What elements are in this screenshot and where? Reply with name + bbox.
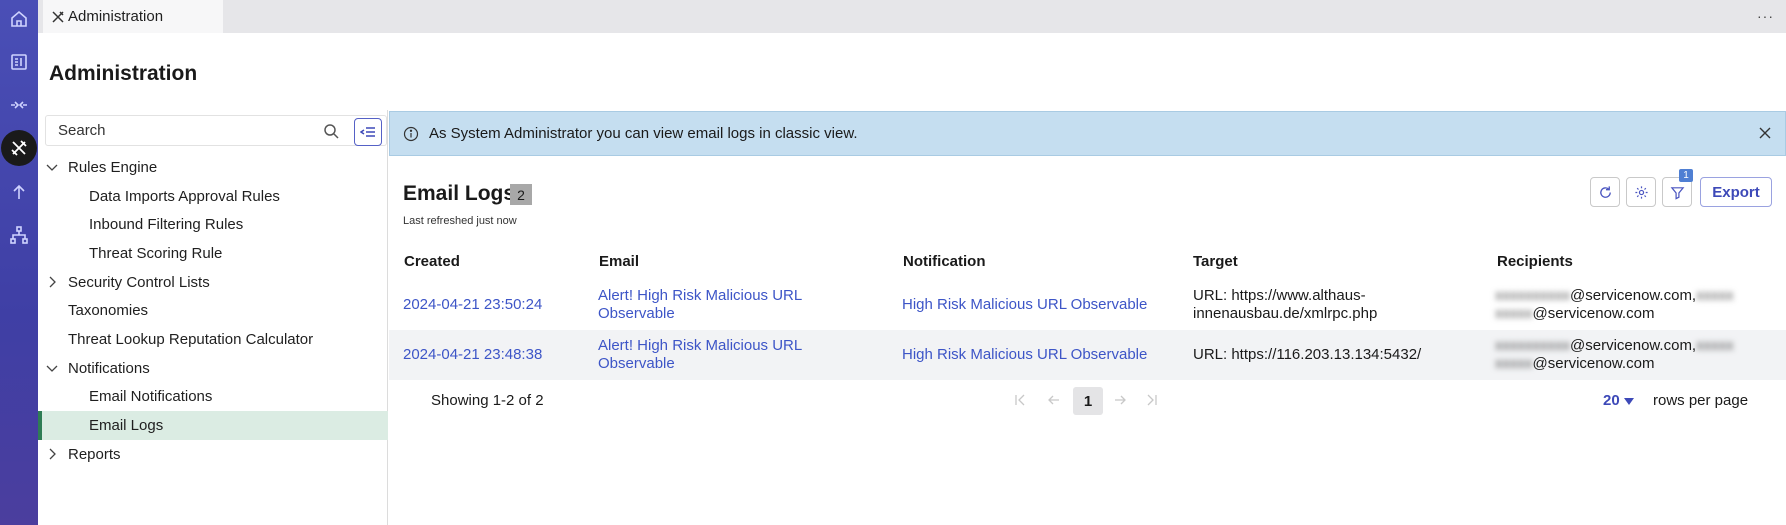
notification-link[interactable]: High Risk Malicious URL Observable — [902, 346, 1147, 364]
nav-tree: Rules Engine Data Imports Approval Rules… — [38, 153, 388, 469]
email-link[interactable]: Alert! High Risk Malicious URL Observabl… — [598, 337, 813, 373]
gear-icon — [1634, 185, 1648, 199]
settings-button[interactable] — [1626, 177, 1656, 207]
last-page-icon[interactable] — [1145, 393, 1159, 407]
administration-icon[interactable] — [1, 130, 37, 166]
more-options-icon[interactable]: ··· — [1757, 8, 1774, 24]
tree-item-threat-lookup-reputation-calculator[interactable]: Threat Lookup Reputation Calculator — [38, 325, 388, 354]
tree-item-threat-scoring-rule[interactable]: Threat Scoring Rule — [38, 239, 388, 268]
chevron-right-icon[interactable] — [46, 276, 58, 288]
tree-item-label: Rules Engine — [68, 158, 158, 176]
rows-per-page-select[interactable]: 20 — [1603, 392, 1620, 409]
info-icon — [403, 126, 419, 142]
count-badge: 2 — [510, 184, 532, 205]
tree-item-taxonomies[interactable]: Taxonomies — [38, 296, 388, 325]
created-link[interactable]: 2024-04-21 23:48:38 — [403, 346, 542, 364]
recipient-domain: @servicenow.com — [1532, 355, 1655, 372]
target-cell: URL: https://www.althaus-innenausbau.de/… — [1193, 287, 1378, 322]
column-header-recipients[interactable]: Recipients — [1497, 253, 1573, 270]
tab-administration[interactable]: Administration — [43, 0, 223, 33]
tree-item-rules-engine[interactable]: Rules Engine — [38, 153, 388, 182]
filter-icon — [1670, 186, 1684, 200]
email-link[interactable]: Alert! High Risk Malicious URL Observabl… — [598, 287, 813, 323]
chevron-down-icon[interactable] — [46, 161, 58, 173]
redacted-text: xxxxx — [1495, 305, 1533, 322]
search-icon[interactable] — [323, 123, 339, 139]
column-header-target[interactable]: Target — [1193, 253, 1238, 270]
banner-text: As System Administrator you can view ema… — [429, 125, 858, 142]
redacted-text: xxxxxxxxxx — [1495, 337, 1570, 354]
tree-item-notifications[interactable]: Notifications — [38, 354, 388, 383]
column-header-created[interactable]: Created — [404, 253, 460, 270]
info-banner: As System Administrator you can view ema… — [389, 111, 1786, 156]
redacted-text: xxxxx — [1696, 287, 1734, 304]
search-input[interactable] — [46, 116, 348, 145]
tree-item-label: Threat Scoring Rule — [89, 244, 223, 262]
tab-label: Administration — [68, 8, 164, 25]
tree-item-label: Data Imports Approval Rules — [89, 187, 280, 205]
tab-bar: Administration ··· — [38, 0, 1786, 33]
column-header-email[interactable]: Email — [599, 253, 639, 270]
next-page-icon[interactable] — [1113, 393, 1127, 407]
created-link[interactable]: 2024-04-21 23:50:24 — [403, 296, 542, 314]
table-row: 2024-04-21 23:48:38 Alert! High Risk Mal… — [389, 330, 1786, 380]
redacted-text: xxxxx — [1696, 337, 1734, 354]
tree-item-reports[interactable]: Reports — [38, 440, 388, 469]
sidebar: Rules Engine Data Imports Approval Rules… — [38, 110, 388, 525]
integrations-icon[interactable] — [7, 93, 31, 117]
first-page-icon[interactable] — [1013, 393, 1027, 407]
current-page-button[interactable]: 1 — [1073, 387, 1103, 415]
search-box — [45, 115, 387, 146]
close-icon[interactable] — [1757, 125, 1773, 141]
recipients-cell: xxxxxxxxxx@servicenow.com,xxxxx xxxxx@se… — [1495, 337, 1734, 373]
refresh-button[interactable] — [1590, 177, 1620, 207]
tools-icon — [52, 10, 64, 23]
hierarchy-icon[interactable] — [7, 223, 31, 247]
recipient-domain: @servicenow.com, — [1570, 287, 1697, 304]
recipient-domain: @servicenow.com — [1532, 305, 1655, 322]
collapse-sidebar-button[interactable] — [354, 118, 382, 146]
previous-page-icon[interactable] — [1047, 393, 1061, 407]
redacted-text: xxxxxxxxxx — [1495, 287, 1570, 304]
left-nav-rail — [0, 0, 38, 525]
tree-item-label: Threat Lookup Reputation Calculator — [68, 330, 314, 348]
chevron-down-icon[interactable] — [46, 362, 58, 374]
tree-item-data-imports-approval-rules[interactable]: Data Imports Approval Rules — [38, 182, 388, 211]
tree-item-inbound-filtering-rules[interactable]: Inbound Filtering Rules — [38, 210, 388, 239]
tree-item-label: Security Control Lists — [68, 273, 210, 291]
refresh-icon — [1599, 185, 1611, 198]
target-cell: URL: https://116.203.13.134:5432/ — [1193, 346, 1422, 363]
tree-item-label: Email Notifications — [89, 388, 213, 406]
last-refreshed: Last refreshed just now — [403, 215, 517, 227]
export-button[interactable]: Export — [1700, 177, 1772, 207]
redacted-text: xxxxx — [1495, 355, 1533, 372]
tree-item-email-notifications[interactable]: Email Notifications — [38, 383, 388, 412]
tree-item-security-control-lists[interactable]: Security Control Lists — [38, 268, 388, 297]
tree-item-label: Inbound Filtering Rules — [89, 216, 244, 234]
filter-count-badge: 1 — [1679, 169, 1693, 182]
caret-down-icon[interactable] — [1624, 398, 1634, 405]
table-row: 2024-04-21 23:50:24 Alert! High Risk Mal… — [389, 280, 1786, 330]
page-title: Administration — [49, 62, 198, 85]
dashboard-icon[interactable] — [7, 50, 31, 74]
chevron-right-icon[interactable] — [46, 448, 58, 460]
column-header-notification[interactable]: Notification — [903, 253, 986, 270]
rows-per-page-label: rows per page — [1653, 392, 1749, 409]
tree-item-label: Notifications — [68, 359, 150, 377]
pagination-summary: Showing 1-2 of 2 — [431, 392, 544, 409]
tree-item-label: Reports — [68, 445, 121, 463]
tree-item-label: Email Logs — [89, 417, 164, 435]
tree-item-email-logs[interactable]: Email Logs — [38, 411, 388, 440]
notification-link[interactable]: High Risk Malicious URL Observable — [902, 296, 1147, 314]
recipient-domain: @servicenow.com, — [1570, 337, 1697, 354]
recipients-cell: xxxxxxxxxx@servicenow.com,xxxxx xxxxx@se… — [1495, 287, 1734, 323]
section-title: Email Logs — [403, 182, 516, 205]
upload-icon[interactable] — [7, 180, 31, 204]
home-icon[interactable] — [7, 7, 31, 31]
tree-item-label: Taxonomies — [68, 302, 149, 320]
collapse-list-icon — [360, 127, 375, 137]
